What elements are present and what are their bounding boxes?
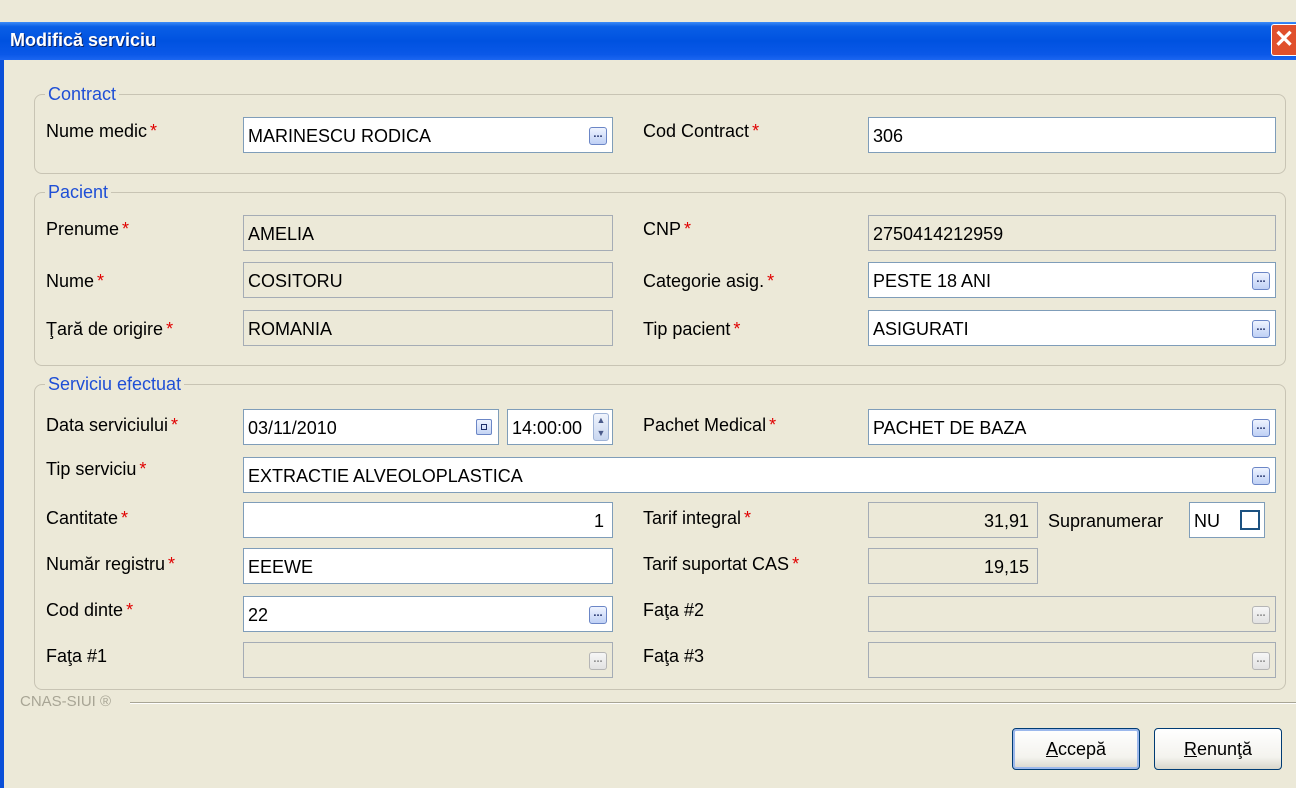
- numar-registru-label: Număr registru *: [46, 554, 176, 574]
- close-button[interactable]: ✕: [1271, 24, 1296, 56]
- ora-serviciului-field[interactable]: 14:00:00 ▲ ▼: [507, 409, 613, 445]
- fata3-label: Faţa #3: [643, 646, 705, 666]
- cod-contract-label: Cod Contract *: [643, 121, 760, 141]
- fata2-label: Faţa #2: [643, 600, 705, 620]
- numar-registru-field[interactable]: EEEWE: [243, 548, 613, 584]
- fata3-field: ...: [868, 642, 1276, 678]
- pacient-legend: Pacient: [45, 181, 112, 203]
- nume-medic-field[interactable]: MARINESCU RODICA ...: [243, 117, 613, 153]
- prenume-label: Prenume *: [46, 219, 130, 239]
- nume-label: Nume *: [46, 271, 105, 291]
- categorie-field[interactable]: PESTE 18 ANI ...: [868, 262, 1276, 298]
- tip-pacient-label: Tip pacient *: [643, 319, 741, 339]
- tarif-cas-label: Tarif suportat CAS *: [643, 554, 800, 574]
- window-border: [0, 60, 4, 788]
- accept-button[interactable]: Accepă: [1012, 728, 1140, 770]
- fata1-browse-button: ...: [589, 652, 607, 670]
- serviciu-legend: Serviciu efectuat: [45, 373, 185, 395]
- footer-brand: CNAS-SIUI ®: [20, 693, 112, 710]
- tip-serviciu-browse-button[interactable]: ...: [1252, 467, 1270, 485]
- cnp-label: CNP *: [643, 219, 692, 239]
- nume-medic-label: Nume medic *: [46, 121, 158, 141]
- fata2-field: ...: [868, 596, 1276, 632]
- fata2-browse-button: ...: [1252, 606, 1270, 624]
- calendar-icon[interactable]: [476, 419, 492, 435]
- categorie-browse-button[interactable]: ...: [1252, 272, 1270, 290]
- tip-pacient-field[interactable]: ASIGURATI ...: [868, 310, 1276, 346]
- nume-medic-browse-button[interactable]: ...: [589, 127, 607, 145]
- prenume-field: AMELIA: [243, 215, 613, 251]
- spin-up-icon[interactable]: ▲: [594, 414, 608, 427]
- tara-field: ROMANIA: [243, 310, 613, 346]
- time-spinner[interactable]: ▲ ▼: [593, 413, 609, 441]
- categorie-label: Categorie asig. *: [643, 271, 775, 291]
- pachet-medical-field[interactable]: PACHET DE BAZA ...: [868, 409, 1276, 445]
- cod-dinte-browse-button[interactable]: ...: [589, 606, 607, 624]
- pachet-medical-label: Pachet Medical *: [643, 415, 777, 435]
- nume-field: COSITORU: [243, 262, 613, 298]
- tarif-integral-field: 31,91: [868, 502, 1038, 538]
- tip-pacient-browse-button[interactable]: ...: [1252, 320, 1270, 338]
- cod-dinte-field[interactable]: 22 ...: [243, 596, 613, 632]
- cantitate-field[interactable]: 1: [243, 502, 613, 538]
- fata1-label: Faţa #1: [46, 646, 108, 666]
- fata3-browse-button: ...: [1252, 652, 1270, 670]
- contract-legend: Contract: [45, 83, 120, 105]
- window-title: Modifică serviciu: [10, 30, 157, 50]
- data-serviciului-label: Data serviciului *: [46, 415, 179, 435]
- cancel-button[interactable]: Renunţă: [1154, 728, 1282, 770]
- title-bar[interactable]: Modifică serviciu ✕: [0, 22, 1296, 60]
- cod-contract-field[interactable]: 306: [868, 117, 1276, 153]
- tip-serviciu-label: Tip serviciu *: [46, 459, 147, 479]
- data-serviciului-field[interactable]: 03/11/2010: [243, 409, 499, 445]
- footer-divider: [130, 702, 1296, 704]
- tarif-cas-field: 19,15: [868, 548, 1038, 584]
- tara-label: Ţară de origire *: [46, 319, 174, 339]
- cantitate-label: Cantitate *: [46, 508, 129, 528]
- spin-down-icon[interactable]: ▼: [594, 427, 608, 440]
- tip-serviciu-field[interactable]: EXTRACTIE ALVEOLOPLASTICA ...: [243, 457, 1276, 493]
- cod-dinte-label: Cod dinte *: [46, 600, 134, 620]
- fata1-field: ...: [243, 642, 613, 678]
- supranumerar-label: Supranumerar: [1048, 511, 1164, 531]
- close-icon: ✕: [1273, 26, 1295, 53]
- supranumerar-checkbox[interactable]: [1240, 510, 1260, 530]
- tarif-integral-label: Tarif integral *: [643, 508, 752, 528]
- cnp-field: 2750414212959: [868, 215, 1276, 251]
- dialog-window: Modifică serviciu ✕ Contract Nume medic *…: [0, 0, 1296, 788]
- pachet-browse-button[interactable]: ...: [1252, 419, 1270, 437]
